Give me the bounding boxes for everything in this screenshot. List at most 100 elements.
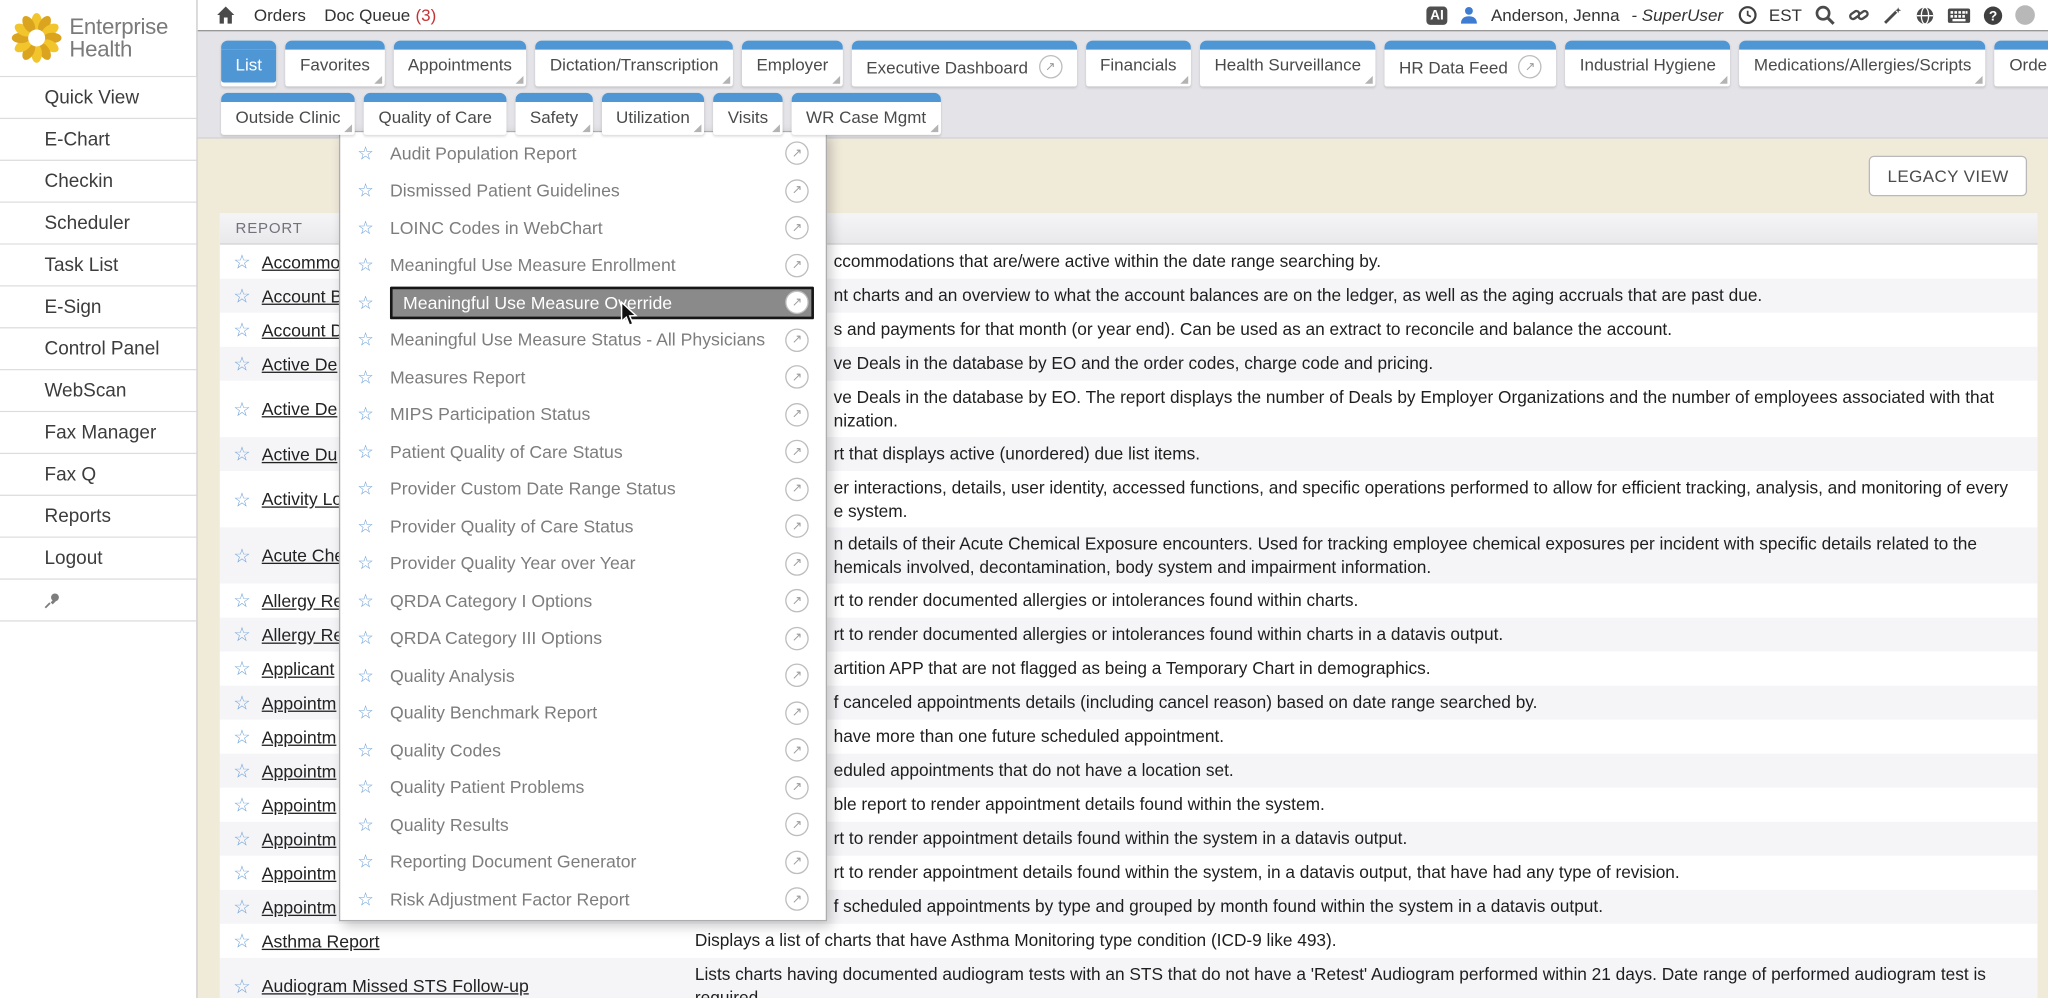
menu-item[interactable]: ☆ Risk Adjustment Factor Report ↗ [340, 881, 825, 918]
menu-item[interactable]: ☆ Meaningful Use Measure Override ↗ [340, 284, 825, 321]
tab[interactable]: Visits ↗ [713, 93, 782, 135]
tab[interactable]: Financials ↗ [1086, 41, 1191, 87]
tab[interactable]: Utilization ↗ [602, 93, 705, 135]
favorite-star-icon[interactable]: ☆ [357, 366, 383, 388]
menu-item[interactable]: ☆ Quality Codes ↗ [340, 732, 825, 769]
wand-icon[interactable] [1882, 5, 1903, 26]
open-report-icon[interactable]: ↗ [785, 701, 809, 725]
tab[interactable]: Outside Clinic ↗ [221, 93, 355, 135]
help-icon[interactable]: ? [1983, 5, 2004, 26]
menu-item[interactable]: ☆ Quality Patient Problems ↗ [340, 769, 825, 806]
favorite-star-icon[interactable]: ☆ [222, 725, 261, 749]
favorite-star-icon[interactable]: ☆ [222, 250, 261, 274]
tab[interactable]: Appointments ↗ [394, 41, 527, 87]
favorite-star-icon[interactable]: ☆ [222, 442, 261, 466]
menu-item[interactable]: ☆ Provider Quality Year over Year ↗ [340, 545, 825, 582]
favorite-star-icon[interactable]: ☆ [357, 814, 383, 836]
favorite-star-icon[interactable]: ☆ [357, 217, 383, 239]
sidebar-item[interactable]: Quick View [0, 77, 196, 119]
report-link[interactable]: Asthma Report [262, 931, 695, 951]
favorite-star-icon[interactable]: ☆ [222, 793, 261, 817]
favorite-star-icon[interactable]: ☆ [357, 739, 383, 761]
sidebar-item[interactable]: E-Chart [0, 119, 196, 161]
search-icon[interactable] [1814, 4, 1836, 26]
menu-item[interactable]: ☆ Meaningful Use Measure Status - All Ph… [340, 321, 825, 358]
favorite-star-icon[interactable]: ☆ [357, 515, 383, 537]
favorite-star-icon[interactable]: ☆ [357, 142, 383, 164]
link-icon[interactable] [1848, 4, 1870, 26]
open-report-icon[interactable]: ↗ [785, 664, 809, 688]
tab[interactable]: Employer ↗ [742, 41, 843, 87]
favorite-star-icon[interactable]: ☆ [222, 895, 261, 919]
pin-icon[interactable] [43, 591, 61, 609]
open-report-icon[interactable]: ↗ [785, 216, 809, 240]
favorite-star-icon[interactable]: ☆ [222, 352, 261, 376]
menu-item[interactable]: ☆ Measures Report ↗ [340, 359, 825, 396]
sidebar-item[interactable]: Scheduler [0, 203, 196, 245]
favorite-star-icon[interactable]: ☆ [357, 702, 383, 724]
menu-item[interactable]: ☆ Quality Results ↗ [340, 806, 825, 843]
favorite-star-icon[interactable]: ☆ [357, 291, 383, 313]
menu-item[interactable]: ☆ Provider Custom Date Range Status ↗ [340, 470, 825, 507]
open-report-icon[interactable]: ↗ [785, 589, 809, 613]
menu-item[interactable]: ☆ Reporting Document Generator ↗ [340, 843, 825, 880]
favorite-star-icon[interactable]: ☆ [222, 657, 261, 681]
menu-item[interactable]: ☆ Patient Quality of Care Status ↗ [340, 433, 825, 470]
favorite-star-icon[interactable]: ☆ [357, 441, 383, 463]
sidebar-item[interactable]: Task List [0, 245, 196, 287]
favorite-star-icon[interactable]: ☆ [357, 590, 383, 612]
favorite-star-icon[interactable]: ☆ [357, 329, 383, 351]
sidebar-item[interactable]: Fax Q [0, 454, 196, 496]
favorite-star-icon[interactable]: ☆ [222, 487, 261, 511]
open-report-icon[interactable]: ↗ [785, 627, 809, 651]
favorite-star-icon[interactable]: ☆ [222, 691, 261, 715]
menu-item[interactable]: ☆ Audit Population Report ↗ [340, 135, 825, 172]
menu-item[interactable]: ☆ Meaningful Use Measure Enrollment ↗ [340, 247, 825, 284]
sidebar-item[interactable]: Fax Manager [0, 412, 196, 454]
tab[interactable]: Medications/Allergies/Scripts ↗ [1740, 41, 1986, 87]
open-report-icon[interactable]: ↗ [785, 776, 809, 800]
open-report-icon[interactable]: ↗ [785, 440, 809, 464]
open-report-icon[interactable]: ↗ [785, 813, 809, 837]
favorite-star-icon[interactable]: ☆ [222, 759, 261, 783]
open-report-icon[interactable]: ↗ [785, 477, 809, 501]
favorite-star-icon[interactable]: ☆ [222, 974, 261, 998]
open-report-icon[interactable]: ↗ [785, 365, 809, 389]
tab[interactable]: Executive Dashboard ↗ [852, 41, 1077, 87]
favorite-star-icon[interactable]: ☆ [357, 627, 383, 649]
tab[interactable]: Quality of Care ↗ [364, 93, 506, 135]
open-report-icon[interactable]: ↗ [785, 888, 809, 912]
favorite-star-icon[interactable]: ☆ [222, 284, 261, 308]
menu-item[interactable]: ☆ Dismissed Patient Guidelines ↗ [340, 172, 825, 209]
external-link-icon[interactable]: ↗ [1518, 55, 1542, 79]
tab[interactable]: List ↗ [221, 41, 276, 87]
open-report-icon[interactable]: ↗ [785, 403, 809, 427]
favorite-star-icon[interactable]: ☆ [357, 664, 383, 686]
favorite-star-icon[interactable]: ☆ [357, 851, 383, 873]
favorite-star-icon[interactable]: ☆ [222, 544, 261, 568]
sidebar-item[interactable]: Control Panel [0, 328, 196, 370]
favorite-star-icon[interactable]: ☆ [357, 478, 383, 500]
tab[interactable]: Dictation/Transcription ↗ [535, 41, 732, 87]
favorite-star-icon[interactable]: ☆ [357, 553, 383, 575]
breadcrumb-orders[interactable]: Orders [254, 5, 306, 25]
globe-icon[interactable] [1915, 5, 1936, 26]
open-report-icon[interactable]: ↗ [785, 254, 809, 278]
favorite-star-icon[interactable]: ☆ [357, 888, 383, 910]
open-report-icon[interactable]: ↗ [785, 142, 809, 166]
menu-item[interactable]: ☆ Provider Quality of Care Status ↗ [340, 508, 825, 545]
favorite-star-icon[interactable]: ☆ [222, 929, 261, 953]
legacy-view-button[interactable]: LEGACY VIEW [1869, 156, 2027, 197]
keyboard-icon[interactable] [1947, 6, 1971, 24]
open-report-icon[interactable]: ↗ [785, 179, 809, 203]
tab[interactable]: Favorites ↗ [286, 41, 385, 87]
sidebar-item[interactable]: E-Sign [0, 287, 196, 329]
tab[interactable]: Industrial Hygiene ↗ [1565, 41, 1730, 87]
open-report-icon[interactable]: ↗ [785, 850, 809, 874]
favorite-star-icon[interactable]: ☆ [357, 403, 383, 425]
menu-item[interactable]: ☆ Quality Benchmark Report ↗ [340, 694, 825, 731]
favorite-star-icon[interactable]: ☆ [222, 861, 261, 885]
ai-badge[interactable]: AI [1426, 6, 1448, 24]
open-report-icon[interactable]: ↗ [785, 552, 809, 576]
user-name[interactable]: Anderson, Jenna [1491, 5, 1620, 25]
